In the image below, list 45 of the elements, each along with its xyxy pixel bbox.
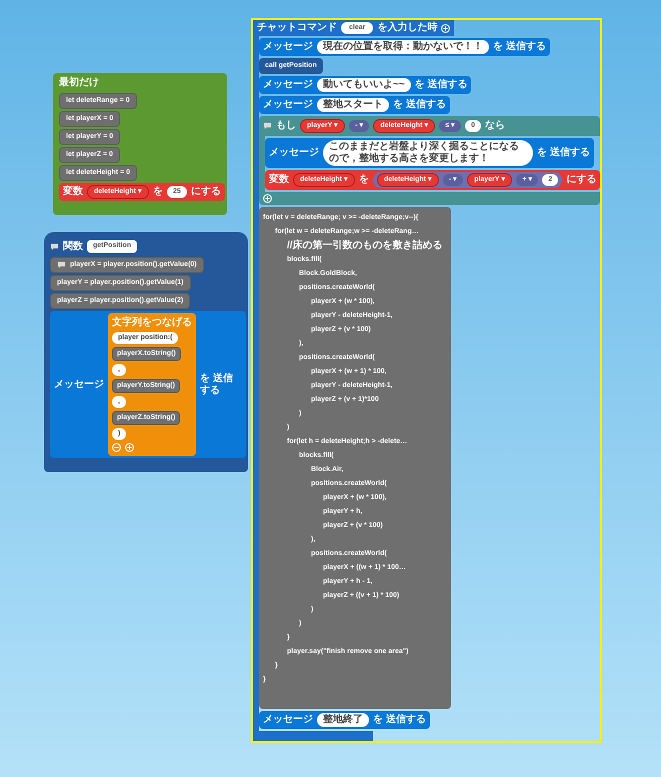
plus-icon[interactable]	[263, 194, 272, 203]
comment-icon[interactable]	[50, 242, 59, 250]
text-field[interactable]: 整地スタート	[317, 98, 389, 112]
block-label: 関数	[63, 240, 83, 252]
message-block[interactable]: メッセージ 現在の位置を取得：動かないで！！ を 送信する	[259, 38, 550, 56]
message-block[interactable]: メッセージ 整地スタート を 送信する	[259, 96, 450, 114]
block-label: を	[358, 174, 369, 186]
comment-icon[interactable]	[263, 122, 272, 130]
block-label: メッセージ	[54, 378, 104, 390]
block-label: にする	[190, 186, 221, 198]
plus-icon[interactable]	[441, 24, 450, 32]
block-label: を 送信する	[393, 99, 446, 111]
code-block[interactable]	[259, 207, 451, 709]
minus-icon[interactable]	[112, 443, 121, 452]
block-title: 文字列をつなげる	[112, 317, 192, 329]
block-label: を入力した時	[377, 22, 438, 34]
message-block[interactable]: メッセージ 動いてもいいよ~~ を 送信する	[259, 76, 472, 94]
block-label: を 送信する	[493, 41, 546, 53]
block-label: メッセージ	[263, 79, 313, 91]
block-title: 最初だけ	[59, 77, 100, 89]
block-label: を 送信する	[200, 372, 234, 396]
block-label: を 送信する	[537, 147, 590, 159]
text-field[interactable]: 動いてもいいよ~~	[317, 78, 411, 92]
block-label: もし	[276, 120, 296, 132]
block-label: 変数	[269, 174, 289, 186]
block-label: 変数	[63, 186, 83, 198]
block-label: メッセージ	[263, 714, 313, 726]
block-label: にする	[566, 174, 596, 186]
plus-icon[interactable]	[125, 443, 134, 452]
block-label: なら	[485, 120, 506, 132]
message-block[interactable]: メッセージ 整地終了 を 送信する	[259, 711, 430, 729]
event-block[interactable]	[253, 20, 600, 741]
text-field[interactable]: このままだと岩盤より深く掘ることになるので，整地する高さを変更します！	[323, 140, 533, 166]
block-label: を 送信する	[414, 79, 468, 91]
comment-icon[interactable]	[57, 261, 66, 269]
block-label: メッセージ	[263, 41, 313, 53]
block-label: メッセージ	[263, 99, 313, 111]
text-field[interactable]: 整地終了	[317, 713, 369, 727]
code-comment: //床の第一引数のものを敷き詰める	[286, 239, 443, 253]
block-label: メッセージ	[269, 147, 319, 159]
block-label: を 送信する	[373, 714, 426, 726]
text-field[interactable]: 現在の位置を取得：動かないで！！	[317, 40, 489, 54]
function-block[interactable]	[44, 232, 248, 472]
block-label: を	[152, 186, 163, 198]
block-label: チャットコマンド	[257, 22, 337, 34]
